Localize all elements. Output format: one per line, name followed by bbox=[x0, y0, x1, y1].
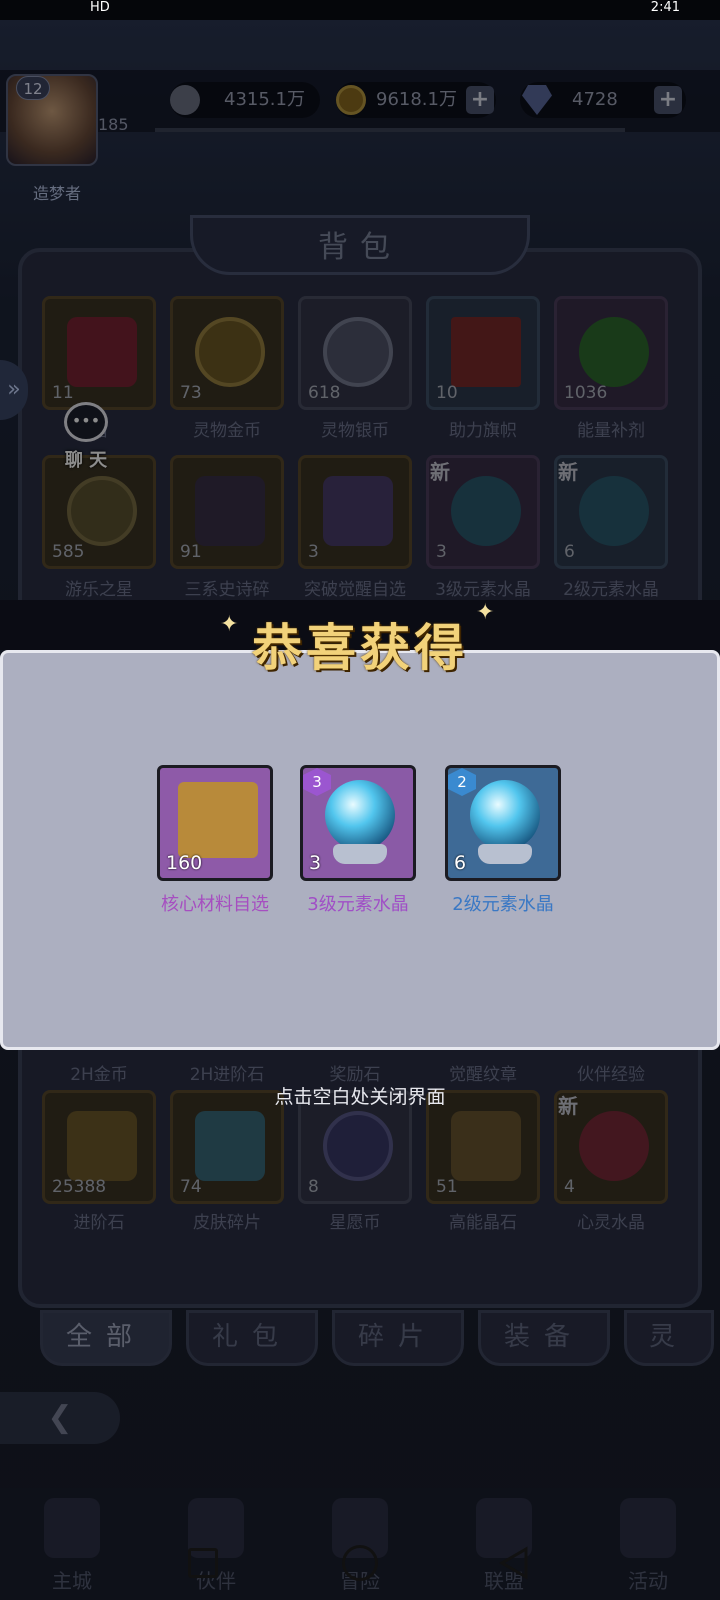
status-time: 2:41 bbox=[650, 0, 680, 15]
reward-label: 3级元素水晶 bbox=[307, 894, 409, 915]
element-crystal-icon bbox=[325, 780, 395, 850]
reward-item[interactable]: 3 3 bbox=[300, 765, 416, 881]
back-nav-button[interactable] bbox=[496, 1545, 532, 1581]
reward-label: 核心材料自选 bbox=[161, 894, 269, 915]
sparkle-icon: ✦ bbox=[220, 612, 239, 637]
recent-apps-button[interactable] bbox=[188, 1548, 218, 1578]
level-badge: 3 bbox=[303, 768, 331, 796]
status-bar: HD 2:41 bbox=[0, 0, 720, 20]
reward-label: 2级元素水晶 bbox=[452, 894, 554, 915]
crystal-stand-icon bbox=[478, 844, 532, 864]
reward-item[interactable]: 2 6 bbox=[445, 765, 561, 881]
home-button[interactable] bbox=[342, 1545, 378, 1581]
modal-title: 恭喜获得 bbox=[252, 619, 468, 677]
gift-box-icon bbox=[178, 782, 258, 858]
dim-overlay-bottom[interactable] bbox=[0, 1045, 720, 1600]
reward-item[interactable]: 160 bbox=[157, 765, 273, 881]
element-crystal-icon bbox=[470, 780, 540, 850]
close-hint: 点击空白处关闭界面 bbox=[274, 1086, 446, 1108]
level-badge: 2 bbox=[448, 768, 476, 796]
dim-overlay-top[interactable] bbox=[0, 20, 720, 660]
sparkle-icon: ✦ bbox=[476, 600, 495, 625]
crystal-stand-icon bbox=[333, 844, 387, 864]
status-left: HD bbox=[90, 0, 110, 15]
